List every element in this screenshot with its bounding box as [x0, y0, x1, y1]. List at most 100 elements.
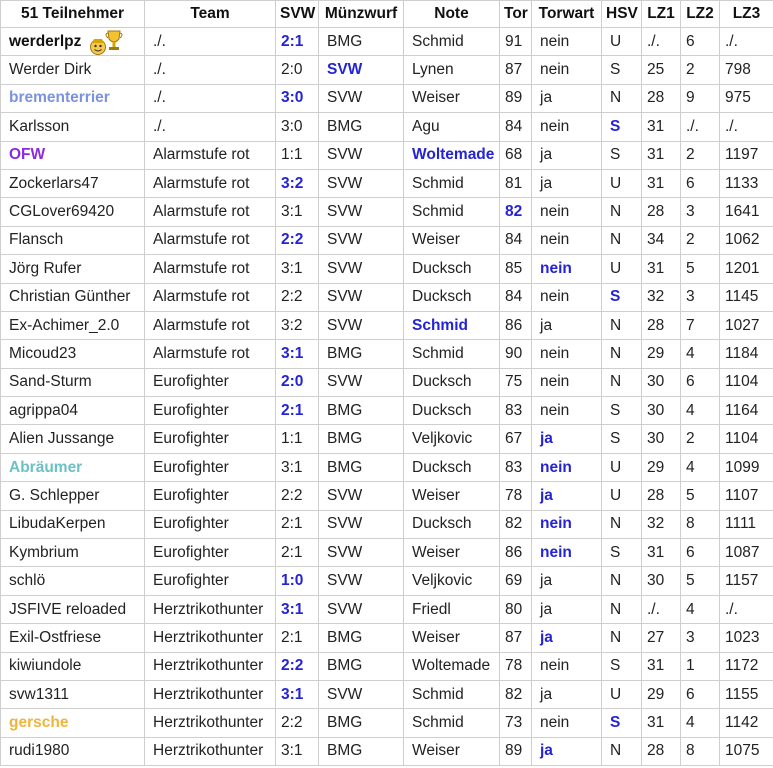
table-body: werderlpz ./. 2:1 BMG Schmid 91 nein U ./. 6 ./. W… — [0, 26, 773, 767]
cell-team: Eurofighter — [144, 424, 276, 454]
cell-goal: 90 — [499, 339, 532, 369]
participant-name-text[interactable]: gersche — [9, 714, 68, 731]
cell-goal: 86 — [499, 538, 532, 568]
participant-name-text[interactable]: Zockerlars47 — [9, 175, 99, 192]
participant-name-text[interactable]: Abräumer — [9, 459, 82, 476]
cell-participant-name: Abräumer — [0, 452, 145, 483]
cell-goalkeeper: nein — [531, 339, 602, 369]
table-row: Kymbrium Eurofighter 2:1 SVW Weiser 86 nein S 31… — [0, 538, 773, 568]
svw-score-text: 2:2 — [281, 288, 303, 306]
cell-hsv: S — [601, 708, 642, 738]
participant-name-text[interactable]: OFW — [9, 146, 45, 163]
goalkeeper-text: nein — [540, 32, 570, 50]
cell-lz2: 3 — [680, 282, 720, 312]
cell-team: Alarmstufe rot — [144, 254, 276, 284]
grade-text: Ducksch — [412, 288, 472, 306]
participant-name-text[interactable]: Kymbrium — [9, 544, 79, 561]
lz3-text: ./. — [725, 117, 738, 135]
table-row: Christian Günther Alarmstufe rot 2:2 SVW Duc… — [0, 282, 773, 312]
header-lz3[interactable]: LZ3 — [719, 0, 773, 28]
header-hsv[interactable]: HSV — [601, 0, 642, 28]
cell-hsv: N — [601, 310, 642, 341]
participant-name-text[interactable]: werderlpz — [9, 33, 81, 50]
cell-svw-score: 3:1 — [275, 594, 319, 625]
cell-lz2: 1 — [680, 651, 720, 681]
cell-goalkeeper: ja — [531, 83, 602, 114]
table-row: Karlsson ./. 3:0 BMG Agu 84 nein S 31 ./. ./. — [0, 112, 773, 142]
team-text: Eurofighter — [153, 458, 229, 476]
participant-name-text[interactable]: brementerrier — [9, 89, 110, 106]
header-goal[interactable]: Tor — [499, 0, 532, 28]
participant-name-text[interactable]: Sand-Sturm — [9, 373, 92, 390]
cell-goal: 78 — [499, 651, 532, 681]
header-team[interactable]: Team — [144, 0, 276, 28]
participant-name-text[interactable]: Micoud23 — [9, 345, 76, 362]
participant-name-text[interactable]: JSFIVE reloaded — [9, 601, 126, 618]
participant-name-text[interactable]: schlö — [9, 572, 45, 589]
participant-name-text[interactable]: Ex-Achimer_2.0 — [9, 317, 119, 334]
lz1-text: 30 — [647, 572, 665, 590]
participant-name-text[interactable]: Alien Jussange — [9, 430, 114, 447]
cell-lz2: 3 — [680, 197, 720, 227]
table-row: rudi1980 Herztrikothunter 3:1 BMG Weiser 89 ja… — [0, 736, 773, 767]
lz3-text: ./. — [725, 600, 738, 618]
hsv-text: S — [610, 657, 621, 675]
goal-text: 83 — [505, 458, 523, 476]
participant-name-text[interactable]: rudi1980 — [9, 742, 69, 759]
cell-team: Eurofighter — [144, 509, 276, 540]
team-text: Eurofighter — [153, 401, 229, 419]
participant-name-text[interactable]: Jörg Rufer — [9, 260, 81, 277]
cell-lz3: 1201 — [719, 254, 773, 284]
cell-lz1: 28 — [641, 310, 681, 341]
participant-name-text[interactable]: G. Schlepper — [9, 487, 99, 504]
participant-name-text[interactable]: svw1311 — [9, 686, 69, 703]
header-coin-toss[interactable]: Münzwurf — [318, 0, 404, 28]
cell-grade: Woltemade — [403, 651, 500, 681]
team-text: ./. — [153, 89, 166, 107]
svw-score-text: 2:2 — [281, 486, 303, 504]
goal-text: 80 — [505, 600, 523, 618]
goal-text: 84 — [505, 288, 523, 306]
cell-coin-toss: SVW — [318, 225, 404, 256]
header-svw[interactable]: SVW — [275, 0, 319, 28]
participant-name-text[interactable]: Werder Dirk — [9, 61, 91, 78]
table-row: OFW Alarmstufe rot 1:1 SVW Woltemade 68 ja S 31 2… — [0, 140, 773, 170]
participant-name-text[interactable]: kiwiundole — [9, 657, 81, 674]
participant-name-text[interactable]: Christian Günther — [9, 288, 130, 305]
grade-text: Lynen — [412, 61, 454, 79]
coin-toss-text: SVW — [327, 685, 363, 703]
header-lz2[interactable]: LZ2 — [680, 0, 720, 28]
cell-lz3: 1027 — [719, 310, 773, 341]
cell-goalkeeper: nein — [531, 651, 602, 681]
participant-name-text[interactable]: agrippa04 — [9, 402, 78, 419]
cell-svw-score: 3:2 — [275, 310, 319, 341]
participant-name-text[interactable]: Exil-Ostfriese — [9, 629, 101, 646]
team-text: Herztrikothunter — [153, 657, 264, 675]
cell-coin-toss: SVW — [318, 282, 404, 312]
cell-coin-toss: SVW — [318, 168, 404, 199]
coin-toss-text: SVW — [327, 373, 363, 391]
header-grade[interactable]: Note — [403, 0, 500, 28]
cell-lz2: 9 — [680, 83, 720, 114]
header-lz1[interactable]: LZ1 — [641, 0, 681, 28]
cell-svw-score: 3:0 — [275, 112, 319, 142]
goal-text: 69 — [505, 572, 523, 590]
header-participants[interactable]: 51 Teilnehmer — [0, 0, 145, 28]
coin-toss-text: BMG — [327, 458, 363, 476]
cell-goal: 69 — [499, 566, 532, 596]
cell-goalkeeper: nein — [531, 452, 602, 483]
coin-toss-text: BMG — [327, 714, 363, 732]
participant-name-text[interactable]: CGLover69420 — [9, 203, 114, 220]
participant-name-text[interactable]: Karlsson — [9, 118, 69, 135]
participant-name-text[interactable]: Flansch — [9, 231, 63, 248]
team-text: Herztrikothunter — [153, 714, 264, 732]
team-text: Alarmstufe rot — [153, 203, 250, 221]
hsv-text: N — [610, 572, 622, 590]
header-row: 51 Teilnehmer Team SVW Münzwurf Note Tor… — [0, 0, 773, 28]
cell-lz1: ./. — [641, 26, 681, 57]
team-text: Alarmstufe rot — [153, 259, 250, 277]
header-goalkeeper[interactable]: Torwart — [531, 0, 602, 28]
participant-name-text[interactable]: LibudaKerpen — [9, 515, 106, 532]
cell-lz3: 1075 — [719, 736, 773, 767]
grade-text: Schmid — [412, 316, 468, 334]
